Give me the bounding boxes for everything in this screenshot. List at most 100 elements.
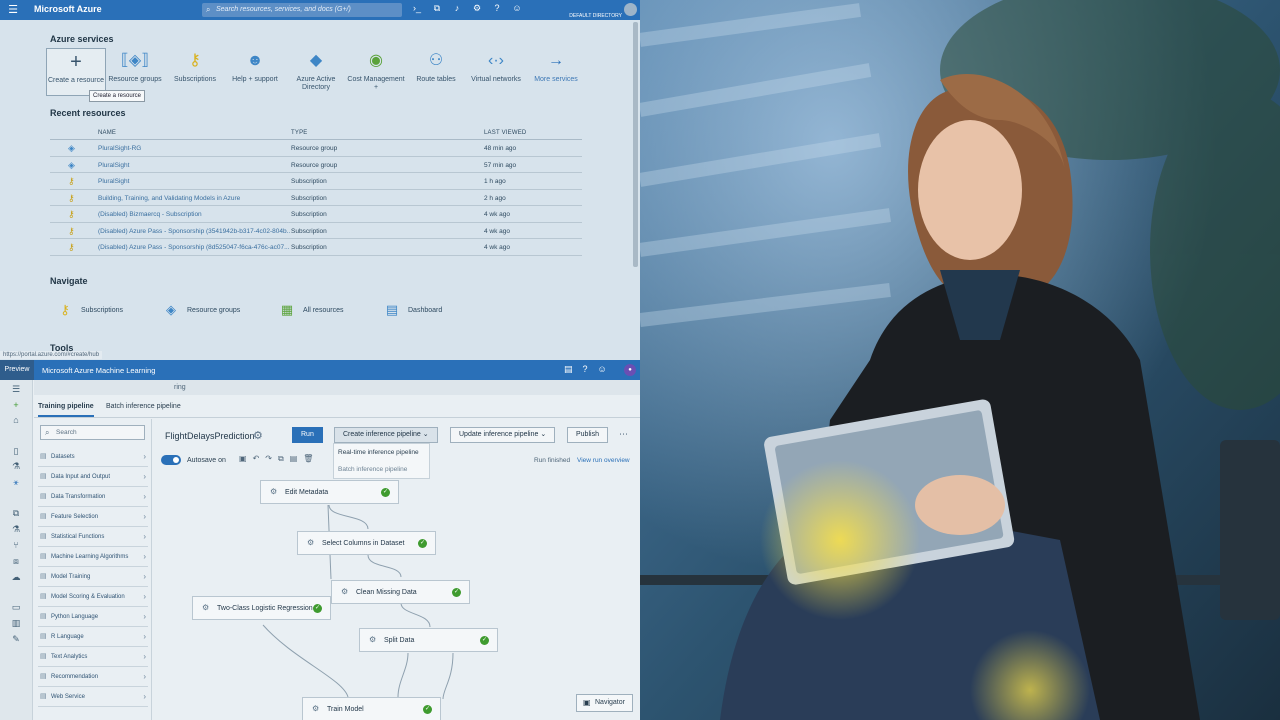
paste-icon[interactable]: ▤ [290, 454, 298, 464]
account-avatar[interactable] [624, 3, 637, 16]
resource-name-link[interactable]: (Disabled) Azure Pass - Sponsorship (354… [98, 228, 290, 235]
publish-button[interactable]: Publish [567, 427, 608, 443]
navigate-all-resources[interactable]: ▦ All resources [279, 302, 344, 318]
table-row[interactable]: ◈ PluralSight Resource group 57 min ago [50, 157, 582, 173]
node-select-columns[interactable]: ⚙ Select Columns in Dataset ✓ [297, 531, 436, 555]
hamburger-menu-icon[interactable]: ☰ [6, 3, 20, 17]
service-help-support[interactable]: ☻ Help + support [225, 50, 285, 84]
menu-item-batch-inference[interactable]: Batch inference pipeline [334, 461, 429, 478]
portal-search-input[interactable]: ⌕ Search resources, services, and docs (… [202, 3, 402, 17]
breadcrumb[interactable]: ring [34, 380, 640, 395]
undo-icon[interactable]: ↶ [253, 454, 260, 464]
new-plus-icon[interactable]: + [9, 400, 23, 410]
category-recommendation[interactable]: ▤ Recommendation › [38, 667, 148, 687]
save-icon[interactable]: ▣ [239, 454, 247, 464]
table-row[interactable]: ⚷ (Disabled) Azure Pass - Sponsorship (3… [50, 223, 582, 239]
autosave-toggle[interactable] [161, 455, 181, 465]
node-two-class-logistic-regression[interactable]: ⚙ Two-Class Logistic Regression ✓ [192, 596, 331, 620]
category-datasets[interactable]: ▤ Datasets › [38, 447, 148, 467]
table-row[interactable]: ◈ PluralSight-RG Resource group 48 min a… [50, 140, 582, 157]
service-cost-management[interactable]: ◉ Cost Management + [346, 50, 406, 92]
aml-title[interactable]: Microsoft Azure Machine Learning [42, 366, 155, 375]
node-clean-missing-data[interactable]: ⚙ Clean Missing Data ✓ [331, 580, 470, 604]
endpoints-icon[interactable]: ☁ [9, 572, 23, 583]
table-row[interactable]: ⚷ PluralSight Subscription 1 h ago [50, 173, 582, 190]
feedback-icon[interactable]: ▤ [564, 364, 573, 375]
settings-gear-icon[interactable]: ⚙ [472, 3, 482, 14]
labeling-icon[interactable]: ✎ [9, 634, 23, 645]
smiley-icon[interactable]: ☺ [598, 364, 607, 375]
help-question-icon[interactable]: ? [492, 3, 502, 14]
node-edit-metadata[interactable]: ⚙ Edit Metadata ✓ [260, 480, 399, 504]
datasets-icon[interactable]: ⧉ [9, 508, 23, 519]
category-data-transformation[interactable]: ▤ Data Transformation › [38, 487, 148, 507]
create-inference-pipeline-button[interactable]: Create inference pipeline ⌄ [334, 427, 438, 443]
help-question-icon[interactable]: ? [583, 364, 588, 375]
category-python-language[interactable]: ▤ Python Language › [38, 607, 148, 627]
node-split-data[interactable]: ⚙ Split Data ✓ [359, 628, 498, 652]
pipelines-icon[interactable]: ⑂ [9, 540, 23, 550]
resource-name-link[interactable]: Building, Training, and Validating Model… [98, 195, 290, 202]
portal-brand[interactable]: Microsoft Azure [34, 4, 102, 14]
portal-scrollbar[interactable] [633, 22, 638, 267]
category-web-service[interactable]: ▤ Web Service › [38, 687, 148, 707]
experiments-icon[interactable]: ⚗ [9, 524, 23, 535]
resource-name-link[interactable]: (Disabled) Bizmaercq - Subscription [98, 211, 290, 218]
tab-training-pipeline[interactable]: Training pipeline [38, 403, 94, 417]
designer-icon[interactable]: ⚹ [9, 477, 23, 488]
service-virtual-networks[interactable]: ‹·› Virtual networks [466, 50, 526, 84]
account-directory[interactable]: DEFAULT DIRECTORY [566, 0, 622, 20]
category-model-training[interactable]: ▤ Model Training › [38, 567, 148, 587]
copy-icon[interactable]: ⧉ [278, 454, 284, 464]
update-inference-pipeline-button[interactable]: Update inference pipeline ⌄ [450, 427, 556, 443]
resource-name-link[interactable]: (Disabled) Azure Pass - Sponsorship (8d5… [98, 244, 290, 251]
resource-name-link[interactable]: PluralSight-RG [98, 145, 290, 152]
category-model-scoring[interactable]: ▤ Model Scoring & Evaluation › [38, 587, 148, 607]
table-row[interactable]: ⚷ (Disabled) Azure Pass - Sponsorship (8… [50, 239, 582, 256]
more-options-icon[interactable]: ⋯ [619, 429, 628, 440]
navigate-resource-groups[interactable]: ◈ Resource groups [163, 302, 240, 318]
service-active-directory[interactable]: ◆ Azure Active Directory [286, 50, 346, 92]
menu-item-realtime-inference[interactable]: Real-time inference pipeline [334, 444, 429, 461]
feedback-smiley-icon[interactable]: ☺ [512, 3, 522, 14]
category-statistical-functions[interactable]: ▤ Statistical Functions › [38, 527, 148, 547]
resource-name-link[interactable]: PluralSight [98, 178, 290, 185]
resource-name-link[interactable]: PluralSight [98, 162, 290, 169]
models-icon[interactable]: ⧈ [9, 556, 23, 567]
aml-avatar[interactable]: ● [624, 364, 636, 376]
automl-icon[interactable]: ⚗ [9, 461, 23, 472]
navigate-subscriptions[interactable]: ⚷ Subscriptions [57, 302, 123, 318]
pipeline-title[interactable]: FlightDelaysPrediction [165, 431, 255, 441]
table-row[interactable]: ⚷ (Disabled) Bizmaercq - Subscription Su… [50, 206, 582, 223]
category-data-io[interactable]: ▤ Data Input and Output › [38, 467, 148, 487]
datastores-icon[interactable]: ▥ [9, 618, 23, 629]
service-subscriptions[interactable]: ⚷ Subscriptions [165, 50, 225, 84]
delete-icon[interactable]: 🗑 [303, 454, 313, 464]
autosave-control[interactable]: Autosave on [161, 455, 226, 465]
service-route-tables[interactable]: ⚇ Route tables [406, 50, 466, 84]
palette-search-input[interactable]: ⌕ Search [40, 425, 145, 440]
compute-icon[interactable]: ▭ [9, 602, 23, 613]
category-r-language[interactable]: ▤ R Language › [38, 627, 148, 647]
service-resource-groups[interactable]: ⟦◈⟧ Resource groups [105, 50, 165, 84]
service-create-resource[interactable]: + Create a resource [46, 48, 106, 96]
view-run-overview-link[interactable]: View run overview [577, 457, 630, 464]
notebook-icon[interactable]: ▯ [9, 446, 23, 457]
navigate-dashboard[interactable]: ▤ Dashboard [384, 302, 442, 318]
menu-icon[interactable]: ☰ [9, 384, 23, 395]
navigator-button[interactable]: ▣ Navigator [576, 694, 633, 712]
node-train-model[interactable]: ⚙ Train Model ✓ [302, 697, 441, 720]
category-feature-selection[interactable]: ▤ Feature Selection › [38, 507, 148, 527]
run-button[interactable]: Run [292, 427, 323, 443]
directory-filter-icon[interactable]: ⧉ [432, 3, 442, 14]
category-text-analytics[interactable]: ▤ Text Analytics › [38, 647, 148, 667]
redo-icon[interactable]: ↷ [265, 454, 272, 464]
notifications-bell-icon[interactable]: ♪ [452, 3, 462, 14]
settings-gear-icon[interactable]: ⚙ [253, 429, 263, 442]
category-ml-algorithms[interactable]: ▤ Machine Learning Algorithms › [38, 547, 148, 567]
service-more-services[interactable]: → More services [526, 50, 586, 84]
home-icon[interactable]: ⌂ [9, 415, 23, 425]
table-row[interactable]: ⚷ Building, Training, and Validating Mod… [50, 190, 582, 206]
pipeline-canvas[interactable]: FlightDelaysPrediction ⚙ Run Create infe… [153, 419, 640, 720]
tab-batch-inference-pipeline[interactable]: Batch inference pipeline [106, 403, 181, 410]
